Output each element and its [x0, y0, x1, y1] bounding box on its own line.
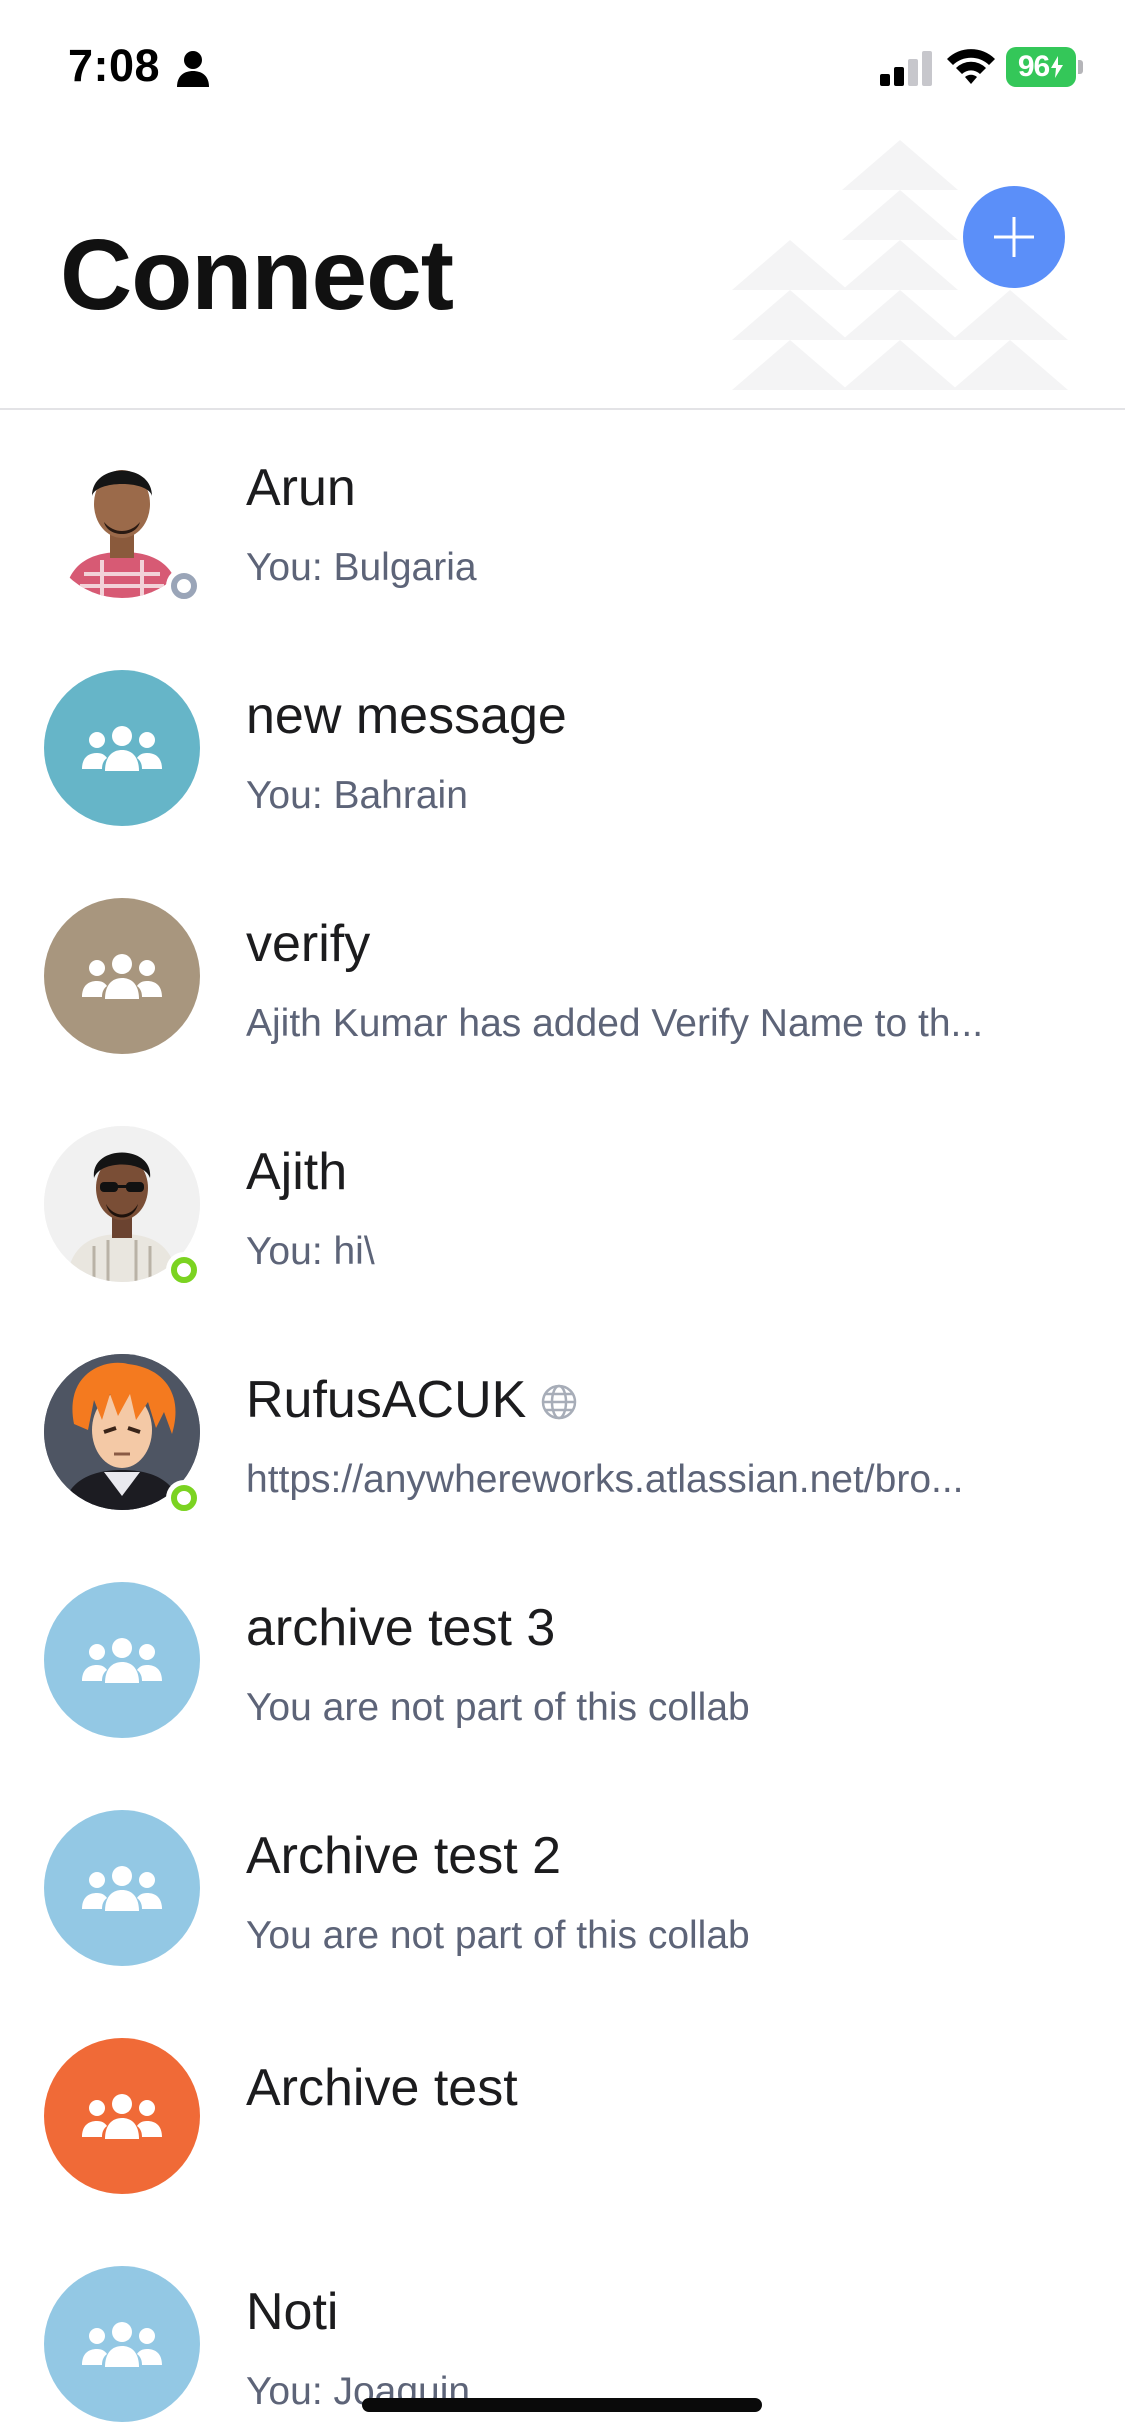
globe-icon: [542, 1384, 577, 1420]
conversation-item[interactable]: Arun You: Bulgaria: [0, 410, 1125, 638]
conversation-item[interactable]: verify Ajith Kumar has added Verify Name…: [0, 866, 1125, 1094]
avatar: [44, 1810, 200, 1966]
avatar: [44, 670, 200, 826]
presence-offline-indicator: [166, 568, 202, 604]
conversation-name: archive test 3: [246, 1599, 556, 1657]
conversation-preview: Ajith Kumar has added Verify Name to th.…: [246, 1002, 984, 1045]
person-icon: [177, 51, 209, 87]
conversation-item[interactable]: new message You: Bahrain: [0, 638, 1125, 866]
conversation-item[interactable]: archive test 3 You are not part of this …: [0, 1550, 1125, 1778]
group-icon: [82, 726, 162, 771]
avatar: [44, 2038, 200, 2194]
conversation-preview: https://anywhereworks.atlassian.net/bro.…: [246, 1458, 964, 1501]
conversation-preview: You: hi\: [246, 1230, 375, 1273]
battery-level: 96: [1017, 50, 1050, 83]
group-icon: [82, 2094, 162, 2139]
group-icon: [82, 1866, 162, 1911]
avatar: [44, 898, 200, 1054]
conversation-name: Archive test: [246, 2059, 518, 2117]
status-time: 7:08: [68, 40, 161, 91]
conversation-name: Archive test 2: [246, 1827, 562, 1885]
presence-online-indicator: [166, 1480, 202, 1516]
conversation-name: RufusACUK: [246, 1370, 578, 1430]
conversation-item[interactable]: Archive test 2 You are not part of this …: [0, 1778, 1125, 2006]
conversation-name: Noti: [246, 2283, 339, 2341]
new-conversation-button[interactable]: [963, 186, 1065, 288]
presence-online-indicator: [166, 1252, 202, 1288]
conversation-preview: You: Bulgaria: [246, 546, 477, 589]
header: Connect: [0, 140, 1125, 410]
conversation-list: Arun You: Bulgaria new message You: Bahr…: [0, 410, 1125, 2436]
wifi-icon: [947, 49, 995, 84]
conversation-name: Ajith: [246, 1143, 348, 1201]
conversation-item[interactable]: Ajith You: hi\: [0, 1094, 1125, 1322]
conversation-name: verify: [246, 915, 371, 973]
group-icon: [82, 2322, 162, 2367]
triangle-pattern-decoration: [732, 140, 1068, 390]
page-title: Connect: [60, 219, 454, 331]
conversation-preview: You: Bahrain: [246, 774, 468, 817]
avatar: [44, 1582, 200, 1738]
conversation-preview: You are not part of this collab: [246, 1686, 750, 1729]
conversation-name: Arun: [246, 459, 356, 517]
conversation-item[interactable]: RufusACUK https://anywhereworks.atlassia…: [0, 1322, 1125, 1550]
group-icon: [82, 1638, 162, 1683]
conversation-preview: You are not part of this collab: [246, 1914, 750, 1957]
conversation-item[interactable]: Archive test: [0, 2006, 1125, 2234]
battery-icon: 96: [1006, 47, 1084, 87]
home-indicator[interactable]: [362, 2398, 762, 2412]
conversation-name: new message: [246, 687, 567, 745]
group-icon: [82, 954, 162, 999]
plus-icon: [994, 217, 1034, 257]
status-bar: 7:08 96: [0, 0, 1125, 140]
conversation-name-text: RufusACUK: [246, 1371, 527, 1429]
avatar: [44, 2266, 200, 2422]
cellular-signal-icon: [880, 51, 932, 86]
